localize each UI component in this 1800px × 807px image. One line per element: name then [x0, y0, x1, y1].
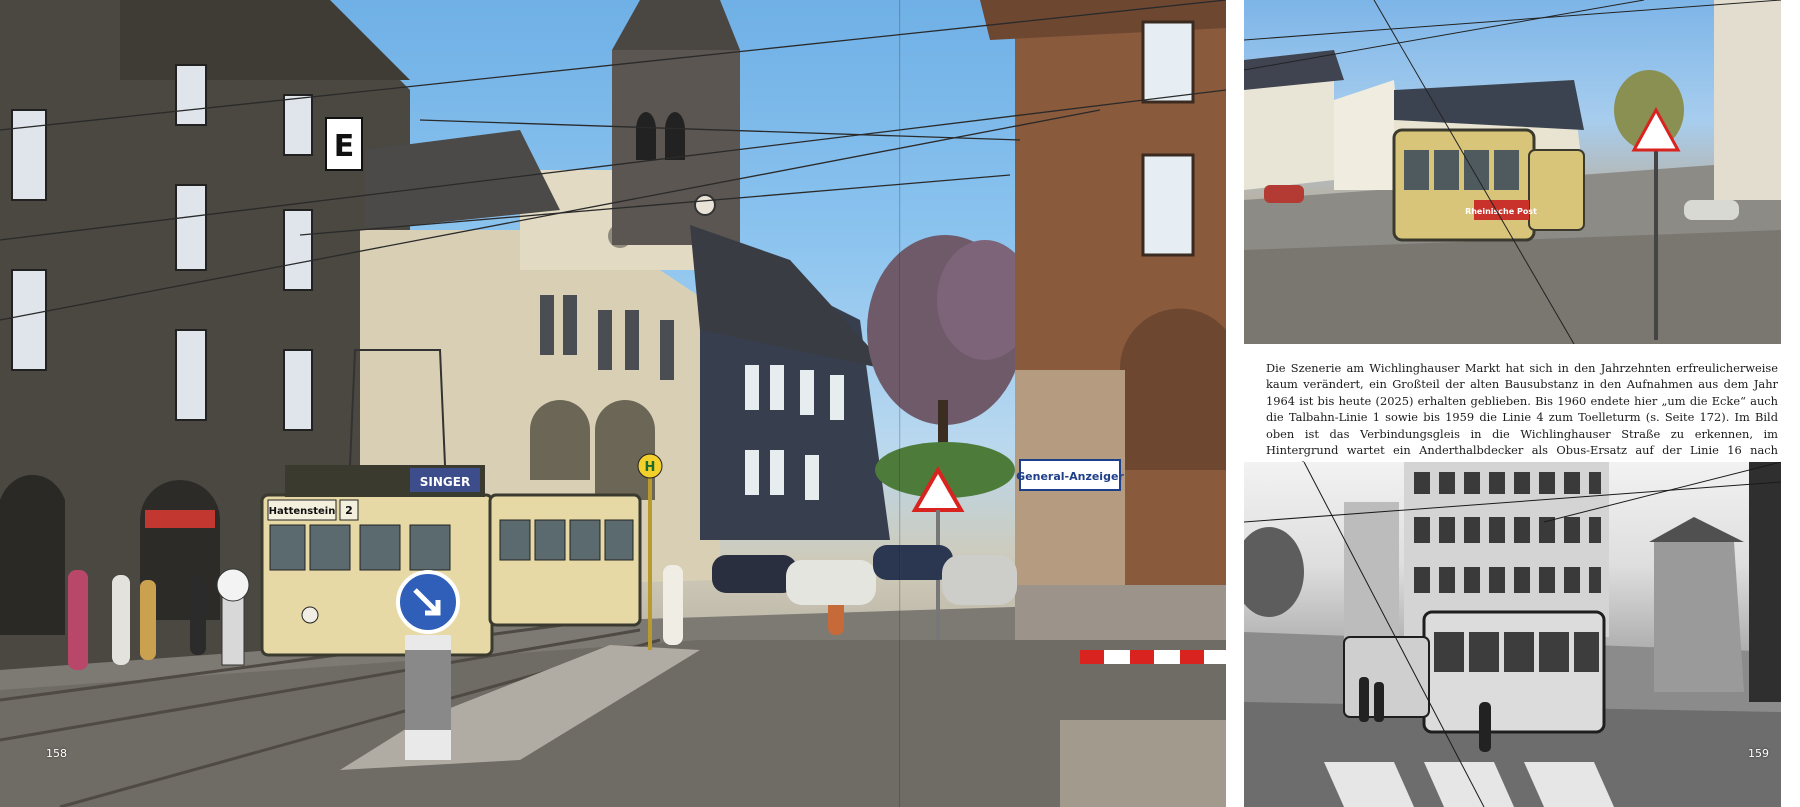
caption-text: Die Szenerie am Wichlinghauser Markt hat…: [1266, 361, 1778, 473]
page-number-left: 158: [46, 747, 67, 760]
top-tram-ad: Rheinische Post: [1465, 207, 1537, 216]
main-photo: General-Anzeiger SINGER Hattenstein 2 E …: [0, 0, 1226, 807]
tram-route: 2: [345, 504, 353, 517]
bottom-photo: 159: [1244, 462, 1781, 807]
tram-roof-ad: SINGER: [420, 475, 470, 489]
page-number-right: 159: [1748, 747, 1769, 760]
main-photo-scene: General-Anzeiger SINGER Hattenstein 2 E …: [0, 0, 1226, 807]
page-margin-right: [1781, 0, 1800, 807]
book-spread: General-Anzeiger SINGER Hattenstein 2 E …: [0, 0, 1800, 807]
tram-destination: Hattenstein: [269, 506, 336, 517]
top-photo-scene: Rheinische Post: [1244, 0, 1781, 344]
bottom-photo-scene: [1244, 462, 1781, 807]
book-gutter: [899, 0, 901, 807]
tram-stop-letter: H: [645, 460, 656, 475]
stop-sign-letter: E: [334, 129, 355, 164]
top-photo: Rheinische Post: [1244, 0, 1781, 344]
general-anzeiger-sign: General-Anzeiger: [1016, 470, 1124, 483]
